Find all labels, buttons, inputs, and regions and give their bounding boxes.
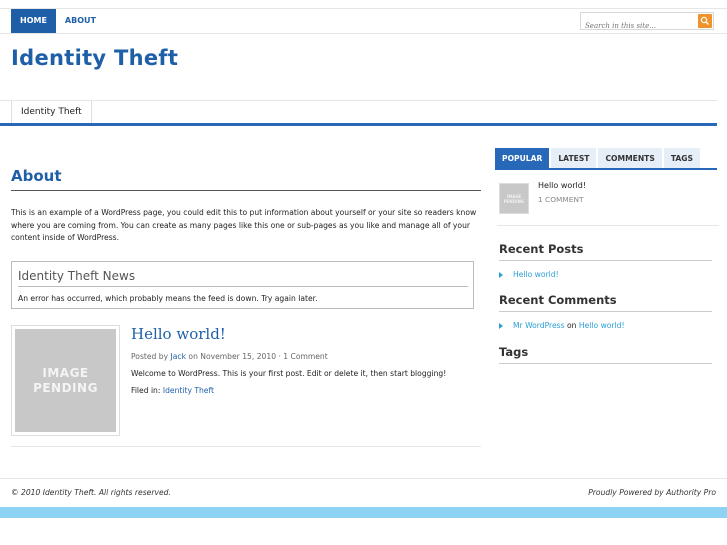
popular-post-item: IMAGE PENDING Hello world! 1 COMMENT bbox=[497, 180, 719, 226]
search-button[interactable] bbox=[698, 14, 712, 28]
post-meta: Posted by Jack on November 15, 2010 · 1 … bbox=[131, 352, 328, 361]
nav-about-link[interactable]: ABOUT bbox=[56, 9, 105, 33]
bottom-color-band bbox=[0, 507, 727, 518]
top-nav: HOME ABOUT bbox=[11, 9, 105, 33]
comment-author-link[interactable]: Mr WordPress bbox=[513, 321, 565, 330]
placeholder-text-line: IMAGE bbox=[42, 365, 89, 380]
comment-on-text: on bbox=[567, 321, 577, 330]
search-box bbox=[580, 12, 714, 34]
image-pending-placeholder: IMAGE PENDING bbox=[15, 329, 116, 432]
tab-latest[interactable]: LATEST bbox=[551, 148, 597, 168]
page-heading: About bbox=[11, 167, 481, 191]
recent-comments-title: Recent Comments bbox=[499, 293, 712, 312]
page-body-text: This is an example of a WordPress page, … bbox=[11, 208, 477, 242]
recent-post-item: Hello world! bbox=[499, 270, 559, 279]
post-thumbnail[interactable]: IMAGE PENDING bbox=[11, 325, 120, 436]
recent-post-link[interactable]: Hello world! bbox=[513, 270, 559, 279]
category-nav-item[interactable]: Identity Theft bbox=[11, 101, 92, 123]
site-title-link[interactable]: Identity Theft bbox=[11, 46, 178, 70]
post-excerpt: Welcome to WordPress. This is your first… bbox=[131, 369, 447, 378]
tags-title: Tags bbox=[499, 345, 712, 364]
bullet-arrow-icon bbox=[499, 323, 503, 329]
news-widget: Identity Theft News An error has occurre… bbox=[11, 261, 474, 309]
post-entry: IMAGE PENDING Hello world! Posted by Jac… bbox=[11, 325, 481, 447]
placeholder-text-line: PENDING bbox=[503, 198, 525, 204]
comment-post-link[interactable]: Hello world! bbox=[579, 321, 625, 330]
post-category: Filed in: Identity Theft bbox=[131, 386, 214, 395]
popular-post-title-link[interactable]: Hello world! bbox=[538, 181, 586, 190]
tab-popular[interactable]: POPULAR bbox=[495, 148, 550, 168]
top-navigation-bar: HOME ABOUT bbox=[0, 8, 727, 34]
news-widget-message: An error has occurred, which probably me… bbox=[18, 294, 318, 303]
post-filed-prefix: Filed in: bbox=[131, 386, 161, 395]
search-input[interactable] bbox=[581, 18, 697, 34]
recent-comment-item: Mr WordPress on Hello world! bbox=[499, 321, 625, 330]
nav-home-link[interactable]: HOME bbox=[11, 9, 56, 33]
footer: © 2010 Identity Theft. All rights reserv… bbox=[0, 478, 727, 507]
post-title-link[interactable]: Hello world! bbox=[131, 325, 226, 343]
news-widget-title: Identity Theft News bbox=[18, 269, 468, 287]
category-nav: Identity Theft bbox=[0, 100, 717, 126]
recent-posts-title: Recent Posts bbox=[499, 242, 712, 261]
footer-credit: Proudly Powered by Authority Pro bbox=[588, 488, 716, 497]
tab-tags[interactable]: TAGS bbox=[663, 148, 700, 168]
footer-copyright: © 2010 Identity Theft. All rights reserv… bbox=[11, 488, 171, 497]
post-meta-date: on November 15, 2010 · 1 Comment bbox=[188, 352, 328, 361]
popular-post-comment-count: 1 COMMENT bbox=[538, 195, 584, 204]
post-category-link[interactable]: Identity Theft bbox=[163, 386, 214, 395]
bullet-arrow-icon bbox=[499, 272, 503, 278]
tab-comments[interactable]: COMMENTS bbox=[598, 148, 662, 168]
sidebar-tabs: POPULAR LATEST COMMENTS TAGS bbox=[495, 148, 717, 170]
post-author-link[interactable]: Jack bbox=[171, 352, 186, 361]
placeholder-text-line: PENDING bbox=[33, 380, 98, 395]
search-icon bbox=[700, 16, 709, 25]
popular-post-thumbnail[interactable]: IMAGE PENDING bbox=[499, 183, 529, 214]
post-meta-prefix: Posted by bbox=[131, 352, 169, 361]
